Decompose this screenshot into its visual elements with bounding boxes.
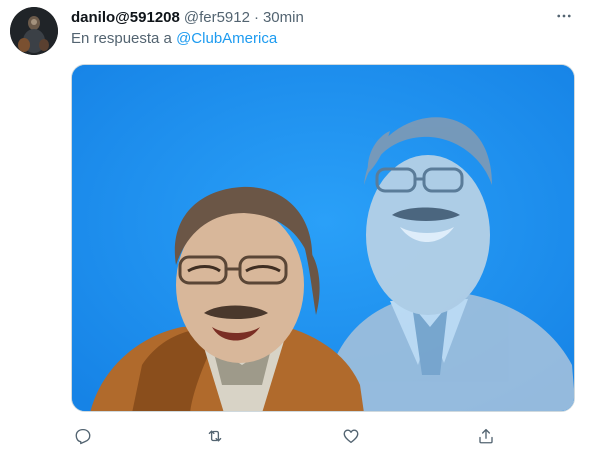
like-button[interactable]	[339, 424, 363, 448]
reply-context: En respuesta a @ClubAmerica	[71, 30, 277, 47]
share-icon	[479, 428, 493, 444]
display-name[interactable]: danilo@591208	[71, 9, 180, 26]
separator-dot: ·	[253, 8, 259, 26]
tweet-header: danilo@591208 @fer5912 · 30min	[71, 7, 573, 27]
more-options-button[interactable]	[553, 6, 575, 26]
reply-mention-link[interactable]: @ClubAmerica	[176, 30, 277, 47]
retweet-button[interactable]	[203, 424, 227, 448]
reply-button[interactable]	[71, 424, 95, 448]
heart-icon	[343, 429, 359, 444]
share-button[interactable]	[474, 424, 498, 448]
reply-prefix: En respuesta a	[71, 30, 172, 47]
more-horizontal-icon	[557, 14, 571, 18]
meme-illustration	[72, 65, 574, 411]
avatar[interactable]	[10, 7, 58, 55]
avatar-image	[10, 7, 58, 55]
user-handle[interactable]: @fer5912	[184, 9, 250, 26]
tweet-media-image[interactable]	[71, 64, 575, 412]
tweet-action-bar	[71, 424, 501, 448]
reply-icon	[75, 428, 91, 445]
retweet-icon	[208, 430, 222, 442]
timestamp[interactable]: 30min	[263, 9, 304, 26]
